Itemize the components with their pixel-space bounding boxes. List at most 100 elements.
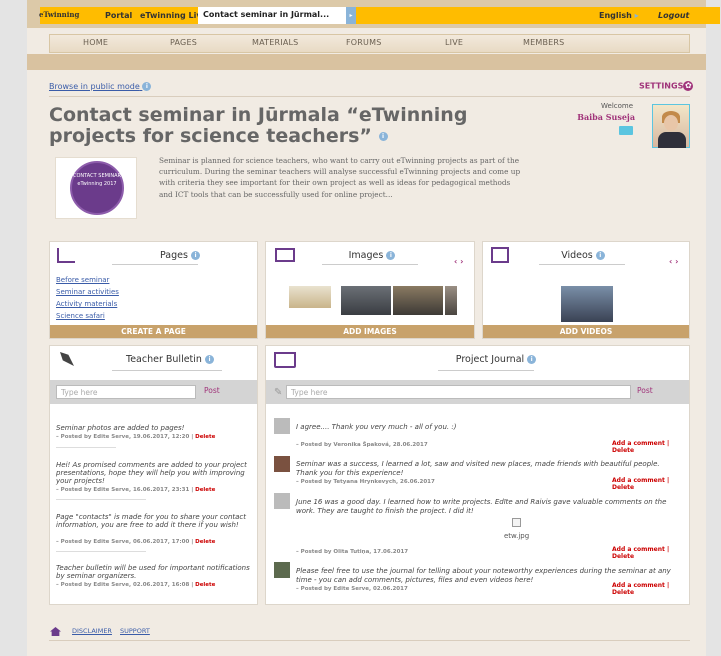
pages-card: Pages i Before seminar Seminar activitie… [49, 241, 258, 339]
delete-link[interactable]: Delete [195, 487, 215, 493]
book-icon [274, 352, 296, 368]
page-link[interactable]: Activity materials [56, 300, 117, 308]
nav-materials[interactable]: MATERIALS [252, 38, 298, 47]
project-journal: Project Journal i ✎ Type here Post I agr… [265, 345, 690, 605]
avatar[interactable] [274, 456, 290, 472]
delete-link[interactable]: Delete [195, 539, 215, 545]
journal-entry-meta: – Posted by Olita Tutiņa, 17.06.2017 [296, 549, 409, 555]
seminar-logo: CONTACT SEMINAR eTwinning 2017 [55, 157, 137, 219]
language-selector[interactable]: English ▸ [599, 11, 639, 20]
broken-image-icon [512, 518, 521, 527]
disclaimer-link[interactable]: DISCLAIMER [72, 627, 112, 635]
images-carousel-arrows[interactable]: ‹ › [454, 257, 463, 266]
active-tab[interactable]: Contact seminar in Jūrmal... [198, 7, 346, 24]
nav-home[interactable]: HOME [83, 38, 108, 47]
bulletin-title: Teacher Bulletin i [100, 354, 240, 365]
image-thumbnail[interactable] [445, 286, 457, 315]
etwinning-logo[interactable]: eTwinning [39, 10, 79, 19]
image-thumbnail[interactable] [289, 286, 331, 308]
journal-entry-actions[interactable]: Add a comment | Delete [612, 546, 689, 560]
paperclip-icon[interactable]: ✎ [274, 387, 282, 398]
videos-card-title: Videos i [533, 250, 633, 261]
journal-entry-meta: – Posted by Edite Serve, 02.06.2017 [296, 586, 408, 592]
add-videos-button[interactable]: ADD VIDEOS [483, 325, 689, 338]
bulletin-input[interactable]: Type here [56, 385, 196, 399]
image-thumbnail[interactable] [393, 286, 443, 315]
images-card: Images i ‹ › ADD IMAGES [265, 241, 475, 339]
delete-link[interactable]: Delete [195, 434, 215, 440]
nav-live[interactable]: LIVE [445, 38, 463, 47]
bulletin-item-meta: – Posted by Edite Serve, 16.06.2017, 23:… [56, 487, 216, 493]
home-icon[interactable] [50, 627, 61, 636]
add-images-button[interactable]: ADD IMAGES [266, 325, 474, 338]
videos-card: Videos i ‹ › ADD VIDEOS [482, 241, 690, 339]
settings-button[interactable]: SETTINGS ✿ [639, 81, 694, 91]
page-link[interactable]: Seminar activities [56, 288, 119, 296]
video-thumbnail[interactable] [561, 286, 613, 322]
username-link[interactable]: Baiba Suseja [573, 112, 635, 122]
bulletin-item-meta: – Posted by Edite Serve, 19.06.2017, 12:… [56, 434, 216, 440]
image-thumbnail[interactable] [341, 286, 391, 315]
journal-entry-actions[interactable]: Add a comment | Delete [612, 440, 689, 454]
videos-carousel-arrows[interactable]: ‹ › [669, 257, 678, 266]
tab-dropdown-icon[interactable]: ▸ [346, 7, 356, 24]
info-icon: i [204, 355, 214, 364]
support-link[interactable]: SUPPORT [120, 627, 150, 635]
avatar[interactable] [274, 562, 290, 578]
pin-icon [60, 352, 74, 366]
page-icon [57, 248, 75, 263]
journal-post-button[interactable]: Post [637, 386, 653, 395]
bulletin-item-meta: – Posted by Edite Serve, 06.06.2017, 17:… [56, 539, 216, 545]
image-icon [275, 248, 295, 262]
bulletin-item-text: Teacher bulletin will be used for import… [56, 564, 250, 580]
welcome-label: Welcome [601, 102, 634, 110]
journal-entry-actions[interactable]: Add a comment | Delete [612, 582, 689, 596]
bulletin-item-text: Page "contacts" is made for you to share… [56, 513, 247, 529]
journal-title: Project Journal i [426, 354, 566, 365]
journal-entry-meta: – Posted by Tetyana Hrynkevych, 26.06.20… [296, 479, 435, 485]
footer-divider [49, 640, 690, 641]
journal-entry-text: Seminar was a success, I learned a lot, … [296, 460, 660, 477]
info-icon: i [142, 82, 152, 91]
create-page-button[interactable]: CREATE A PAGE [50, 325, 257, 338]
journal-entry-meta: – Posted by Veronika Špaková, 28.06.2017 [296, 442, 428, 448]
bulletin-post-button[interactable]: Post [204, 386, 220, 395]
seminar-badge: CONTACT SEMINAR eTwinning 2017 [70, 161, 124, 215]
nav-pages[interactable]: PAGES [170, 38, 197, 47]
etwinning-live-link[interactable]: eTwinning Live [140, 11, 207, 20]
bulletin-item-text: Hei! As promised comments are added to y… [56, 461, 247, 485]
browse-public-link[interactable]: Browse in public mode i [49, 82, 152, 91]
gear-icon: ✿ [683, 81, 694, 91]
avatar[interactable] [274, 418, 290, 434]
journal-entry-text: I agree.... Thank you very much - all of… [296, 423, 457, 431]
images-card-title: Images i [322, 250, 422, 261]
pages-card-title: Pages i [110, 250, 250, 261]
nav-band [27, 54, 706, 70]
info-icon: i [190, 251, 200, 260]
journal-entry-actions[interactable]: Add a comment | Delete [612, 477, 689, 491]
nav-members[interactable]: MEMBERS [523, 38, 564, 47]
info-icon: i [527, 355, 537, 364]
avatar[interactable] [652, 104, 690, 148]
page-link[interactable]: Science safari [56, 312, 105, 320]
journal-entry-text: June 16 was a good day. I learned how to… [296, 498, 667, 515]
video-icon [491, 247, 509, 263]
seminar-description: Seminar is planned for science teachers,… [159, 156, 521, 199]
info-icon: i [595, 251, 605, 260]
logout-link[interactable]: Logout [658, 11, 689, 20]
nav-forums[interactable]: FORUMS [346, 38, 382, 47]
journal-image-caption[interactable]: etw.jpg [504, 532, 529, 541]
journal-input[interactable]: Type here [286, 385, 631, 399]
teacher-bulletin: Teacher Bulletin i Type here Post Semina… [49, 345, 258, 605]
page-title: Contact seminar in Jūrmala “eTwinning pr… [49, 104, 468, 147]
delete-link[interactable]: Delete [195, 582, 215, 588]
divider [49, 96, 690, 97]
portal-link[interactable]: Portal [105, 11, 132, 20]
avatar[interactable] [274, 493, 290, 509]
info-icon: i [386, 251, 396, 260]
mail-icon[interactable] [619, 126, 633, 135]
page-link[interactable]: Before seminar [56, 276, 109, 284]
bulletin-item-text: Seminar photos are added to pages! [56, 424, 185, 432]
info-icon: i [378, 132, 388, 141]
bulletin-item-meta: – Posted by Edite Serve, 02.06.2017, 16:… [56, 582, 216, 588]
